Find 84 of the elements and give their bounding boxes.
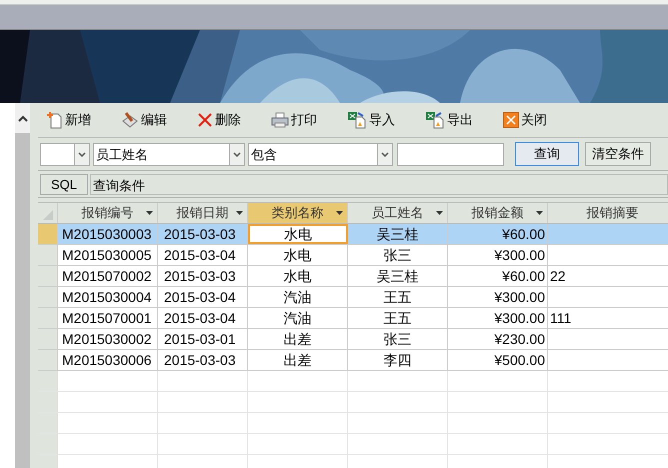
table-cell: M2015070001: [58, 308, 158, 328]
table-cell: 张三: [348, 329, 448, 349]
toolbar-button[interactable]: 编辑: [116, 107, 172, 133]
printer-icon: [271, 112, 289, 128]
table-cell: ¥300.00: [448, 308, 548, 328]
toolbar-button[interactable]: 导出: [420, 107, 478, 133]
table-cell: 2015-03-01: [158, 329, 248, 349]
row-selector[interactable]: [38, 392, 58, 412]
table-cell: 王五: [348, 308, 448, 328]
row-selector[interactable]: [38, 434, 58, 454]
filter-arrow-icon[interactable]: [236, 211, 243, 215]
column-header[interactable]: 员工姓名: [348, 203, 448, 223]
table-cell: 水电: [248, 266, 348, 286]
dropdown[interactable]: 员工姓名: [93, 142, 245, 166]
caret-icon: [229, 144, 244, 164]
column-header[interactable]: 报销编号: [58, 203, 158, 223]
table-cell: M2015030002: [58, 329, 158, 349]
scroll-up-icon[interactable]: [15, 103, 30, 133]
toolbar-button[interactable]: 导入: [342, 107, 400, 133]
toolbar-button[interactable]: 删除: [192, 107, 246, 133]
table-cell: M2015070002: [58, 266, 158, 286]
table-cell: 2015-03-03: [158, 350, 248, 370]
table-cell: 吴三桂: [348, 224, 448, 244]
caret-icon: [74, 144, 89, 164]
table-cell: M2015030005: [58, 245, 158, 265]
filter-arrow-icon[interactable]: [436, 211, 443, 215]
row-selector[interactable]: [38, 287, 58, 307]
row-selector[interactable]: [38, 308, 58, 328]
table-cell: 2015-03-03: [158, 224, 248, 244]
search-button[interactable]: 查询: [515, 142, 579, 166]
column-header[interactable]: 报销金额: [448, 203, 548, 223]
table-cell: 水电: [248, 224, 348, 244]
table-cell: ¥60.00: [448, 266, 548, 286]
table-cell: ¥300.00: [448, 245, 548, 265]
toolbar-button[interactable]: 新增: [42, 107, 96, 133]
column-header[interactable]: 类别名称: [248, 203, 348, 223]
table-cell: 22: [548, 266, 668, 286]
toolbar-button[interactable]: 关闭: [498, 107, 552, 133]
table-cell: 吴三桂: [348, 266, 448, 286]
cross-icon: [197, 112, 213, 128]
table-cell: M2015030004: [58, 287, 158, 307]
table-cell: ¥60.00: [448, 224, 548, 244]
table-cell: 水电: [248, 245, 348, 265]
row-selector[interactable]: [38, 266, 58, 286]
table-cell: 李四: [348, 350, 448, 370]
column-header[interactable]: 报销摘要: [548, 203, 668, 223]
spreadsheet-icon: [425, 111, 445, 129]
row-selector[interactable]: [38, 245, 58, 265]
row-selector[interactable]: [38, 224, 58, 244]
close-icon: [503, 112, 519, 128]
filter-arrow-icon[interactable]: [336, 211, 343, 215]
table-cell: 汽油: [248, 287, 348, 307]
clear-button[interactable]: 清空条件: [585, 142, 651, 166]
table-cell: M2015030006: [58, 350, 158, 370]
row-selector[interactable]: [38, 350, 58, 370]
table-cell: 2015-03-04: [158, 287, 248, 307]
table-cell: ¥500.00: [448, 350, 548, 370]
table-cell: 汽油: [248, 308, 348, 328]
table-cell: 2015-03-03: [158, 266, 248, 286]
new-document-icon: [47, 111, 63, 129]
table-cell: 出差: [248, 329, 348, 349]
table-cell: 111: [548, 308, 668, 328]
table-cell: ¥300.00: [448, 287, 548, 307]
table-cell: 出差: [248, 350, 348, 370]
table-cell: ¥230.00: [448, 329, 548, 349]
filter-arrow-icon[interactable]: [146, 211, 153, 215]
query-condition-label: 查询条件: [90, 174, 668, 194]
caret-icon: [377, 144, 392, 164]
dropdown[interactable]: [40, 142, 90, 166]
table-cell: 2015-03-04: [158, 245, 248, 265]
table-cell: M2015030003: [58, 224, 158, 244]
table-cell: 2015-03-04: [158, 308, 248, 328]
filter-arrow-icon[interactable]: [536, 211, 543, 215]
dropdown[interactable]: 包含: [248, 142, 393, 166]
spreadsheet-icon: [347, 111, 367, 129]
table-cell: 王五: [348, 287, 448, 307]
table-cell: 张三: [348, 245, 448, 265]
toolbar-button[interactable]: 打印: [266, 107, 322, 133]
sql-button[interactable]: SQL: [40, 174, 88, 194]
row-selector[interactable]: [38, 329, 58, 349]
row-selector[interactable]: [38, 413, 58, 433]
pencil-icon: [121, 111, 139, 129]
row-selector[interactable]: [38, 371, 58, 391]
text-field[interactable]: [397, 142, 504, 166]
